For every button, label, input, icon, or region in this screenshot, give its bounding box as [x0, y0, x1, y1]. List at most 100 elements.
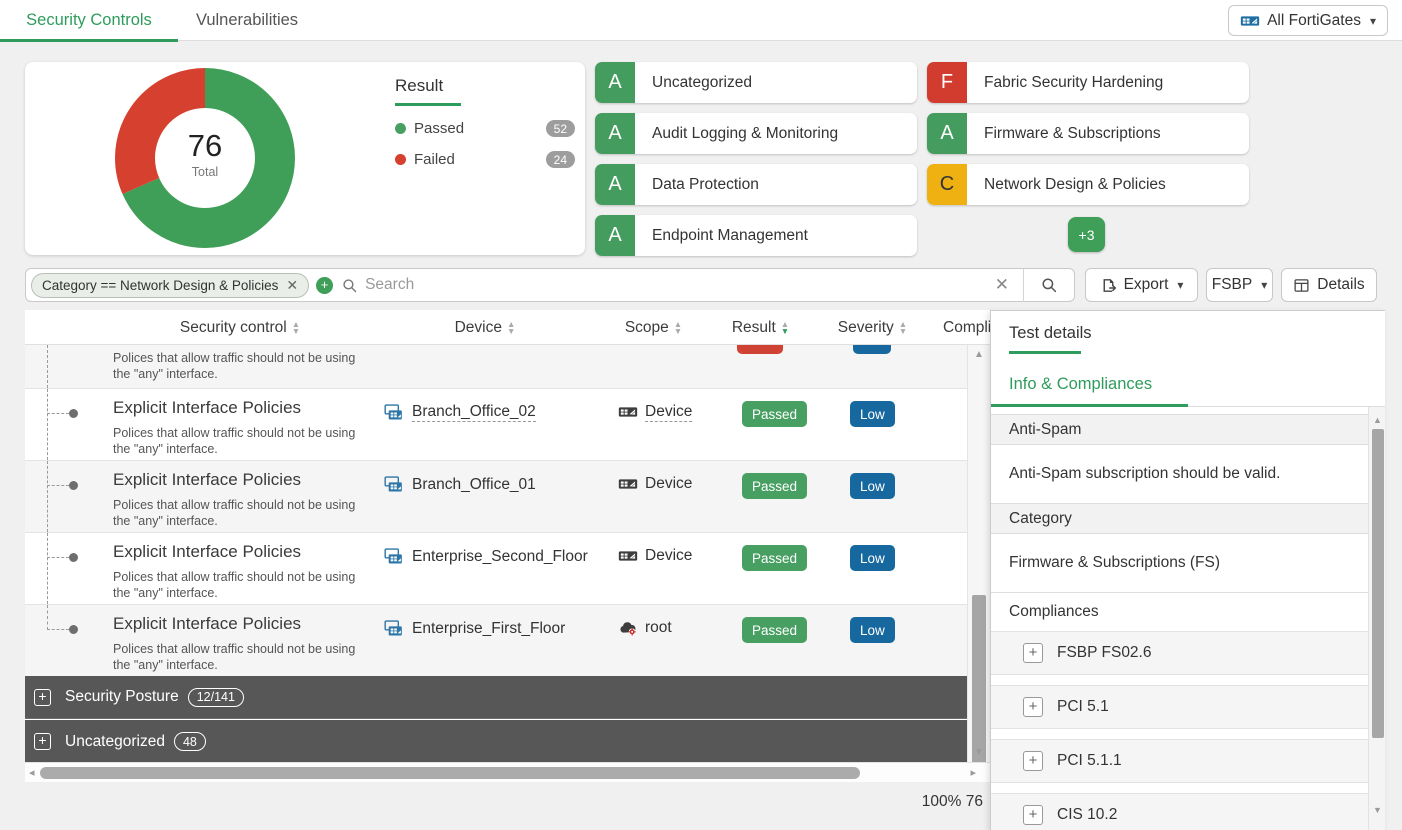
- category-card-data-protection[interactable]: A Data Protection: [595, 164, 917, 205]
- scope-link[interactable]: Device: [645, 475, 692, 493]
- expand-compliance-icon[interactable]: [1023, 643, 1043, 663]
- table-vertical-scrollbar[interactable]: [967, 345, 990, 762]
- tab-security-controls[interactable]: Security Controls: [0, 0, 178, 41]
- submit-search-button[interactable]: [1024, 276, 1074, 294]
- category-card-uncategorized[interactable]: A Uncategorized: [595, 62, 917, 103]
- group-row-uncategorized[interactable]: Uncategorized 48: [25, 720, 967, 763]
- scroll-down-icon[interactable]: [968, 747, 990, 758]
- table-row[interactable]: Explicit Interface Policies Polices that…: [25, 460, 990, 532]
- grade-badge: A: [595, 113, 635, 154]
- category-card-fabric-security-hardening[interactable]: F Fabric Security Hardening: [927, 62, 1249, 103]
- scrollbar-thumb[interactable]: [1372, 429, 1384, 738]
- scope-link[interactable]: root: [645, 619, 672, 637]
- expand-group-icon[interactable]: [34, 733, 51, 750]
- device-link[interactable]: Enterprise_Second_Floor: [412, 548, 588, 566]
- device-cell: Branch_Office_02: [383, 402, 536, 423]
- legend-title: Result: [395, 76, 575, 96]
- category-card-network-design-policies[interactable]: C Network Design & Policies: [927, 164, 1249, 205]
- category-label: Audit Logging & Monitoring: [652, 125, 838, 143]
- control-name: Explicit Interface Policies: [113, 542, 301, 562]
- table-row-partial[interactable]: Polices that allow traffic should not be…: [25, 345, 990, 388]
- compliance-label: FSBP FS02.6: [1057, 644, 1151, 662]
- failed-badge-clipped: [737, 345, 783, 354]
- add-filter-button[interactable]: [316, 277, 333, 294]
- table-row[interactable]: Explicit Interface Policies Polices that…: [25, 532, 990, 604]
- scope-device-icon: [618, 546, 638, 566]
- chevron-down-icon: [1259, 276, 1267, 294]
- export-label: Export: [1124, 276, 1169, 294]
- scroll-left-icon[interactable]: [29, 766, 35, 779]
- category-card-endpoint-management[interactable]: A Endpoint Management: [595, 215, 917, 256]
- scope-link[interactable]: Device: [645, 547, 692, 565]
- scroll-down-icon[interactable]: [1369, 805, 1385, 815]
- legend-item-failed[interactable]: Failed 24: [395, 151, 575, 168]
- expand-compliance-icon[interactable]: [1023, 805, 1043, 825]
- search-input[interactable]: [365, 276, 981, 294]
- export-dropdown-button[interactable]: Export: [1085, 268, 1198, 302]
- scroll-up-icon[interactable]: [968, 349, 990, 360]
- scroll-right-icon[interactable]: [970, 766, 976, 779]
- table-status-text: 100% 76: [880, 793, 983, 811]
- remove-filter-icon[interactable]: [286, 277, 298, 294]
- control-description: Polices that allow traffic should not be…: [113, 641, 368, 673]
- legend-label: Passed: [414, 120, 464, 137]
- scrollbar-thumb[interactable]: [972, 595, 986, 763]
- scope-link[interactable]: Device: [645, 403, 692, 422]
- column-header-compliance[interactable]: Compliance: [931, 310, 990, 345]
- tab-info-compliances[interactable]: Info & Compliances: [1009, 375, 1152, 394]
- tree-node-icon: [69, 553, 78, 562]
- compliance-row-fsbp[interactable]: FSBP FS02.6: [991, 631, 1368, 675]
- category-card-firmware-subscriptions[interactable]: A Firmware & Subscriptions: [927, 113, 1249, 154]
- tab-vulnerabilities[interactable]: Vulnerabilities: [178, 0, 316, 41]
- category-card-audit-logging[interactable]: A Audit Logging & Monitoring: [595, 113, 917, 154]
- more-categories-button[interactable]: +3: [1068, 217, 1105, 252]
- sort-icon: [507, 321, 515, 334]
- details-label: Details: [1317, 276, 1364, 294]
- control-description: Polices that allow traffic should not be…: [113, 425, 368, 457]
- column-header-severity[interactable]: Severity: [814, 310, 931, 345]
- column-header-scope[interactable]: Scope: [600, 310, 707, 345]
- scroll-up-icon[interactable]: [1369, 415, 1385, 425]
- category-label: Network Design & Policies: [984, 176, 1166, 194]
- compliance-row-pci-5-1-1[interactable]: PCI 5.1.1: [991, 739, 1368, 783]
- compliance-row-pci-5-1[interactable]: PCI 5.1: [991, 685, 1368, 729]
- expand-group-icon[interactable]: [34, 689, 51, 706]
- expand-compliance-icon[interactable]: [1023, 697, 1043, 717]
- table-row[interactable]: Explicit Interface Policies Polices that…: [25, 604, 990, 676]
- table-horizontal-scrollbar[interactable]: [25, 762, 990, 782]
- filter-chip-category[interactable]: Category == Network Design & Policies: [31, 273, 309, 298]
- grade-badge: A: [595, 215, 635, 256]
- donut-center: 76 Total: [155, 128, 255, 179]
- legend-item-passed[interactable]: Passed 52: [395, 120, 575, 137]
- scope-device-icon: [618, 402, 638, 422]
- fortigate-selector-dropdown[interactable]: All FortiGates: [1228, 5, 1388, 36]
- panel-title-underline: [1009, 351, 1081, 354]
- fsbp-dropdown-button[interactable]: FSBP: [1206, 268, 1273, 302]
- tree-connector: [47, 413, 69, 414]
- panel-vertical-scrollbar[interactable]: [1368, 407, 1385, 830]
- legend-title-underline: [395, 103, 461, 106]
- scope-cell: Device: [618, 402, 692, 422]
- tree-node-icon: [69, 625, 78, 634]
- column-header-security-control[interactable]: Security control: [110, 310, 370, 345]
- compliance-label: CIS 10.2: [1057, 806, 1117, 824]
- device-link[interactable]: Branch_Office_02: [412, 403, 536, 422]
- details-toggle-button[interactable]: Details: [1281, 268, 1377, 302]
- device-cell: Branch_Office_01: [383, 474, 536, 495]
- grade-badge: A: [927, 113, 967, 154]
- total-count: 76: [155, 128, 255, 164]
- compliances-section-label: Compliances: [991, 592, 1368, 631]
- scrollbar-thumb[interactable]: [40, 767, 860, 779]
- device-link[interactable]: Branch_Office_01: [412, 476, 536, 494]
- result-badge: Passed: [742, 545, 807, 571]
- expand-compliance-icon[interactable]: [1023, 751, 1043, 771]
- tree-node-icon: [69, 481, 78, 490]
- column-header-result[interactable]: Result: [707, 310, 814, 345]
- clear-search-icon[interactable]: [981, 275, 1023, 295]
- group-row-security-posture[interactable]: Security Posture 12/141: [25, 676, 967, 719]
- table-row[interactable]: Explicit Interface Policies Polices that…: [25, 388, 990, 460]
- device-link[interactable]: Enterprise_First_Floor: [412, 620, 565, 638]
- column-header-device[interactable]: Device: [370, 310, 600, 345]
- panel-title: Test details: [1009, 324, 1092, 343]
- compliance-row-cis-10-2[interactable]: CIS 10.2: [991, 793, 1368, 830]
